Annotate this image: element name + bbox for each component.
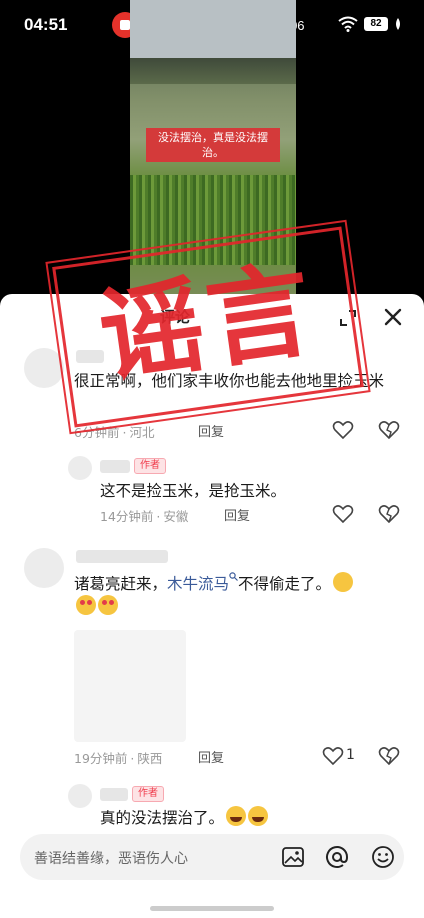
mention-icon[interactable] (324, 844, 350, 870)
comment-time: 6分钟前 (74, 425, 120, 440)
reply-button[interactable]: 回复 (198, 747, 224, 766)
clock: 04:51 (24, 15, 68, 34)
avatar[interactable] (24, 548, 64, 588)
comment-text: 诸葛亮赶来，木牛流马 不得偷走了。 (74, 572, 404, 618)
heart-eyes-emoji-icon (98, 595, 118, 615)
username-redacted[interactable] (100, 460, 130, 473)
reply-text: 这不是捡玉米，是抢玉米。 (100, 482, 287, 500)
expand-icon[interactable] (338, 308, 358, 328)
comment-location: 安徽 (163, 509, 189, 524)
comment-input[interactable]: 善语结善缘，恶语伤人心 (20, 834, 404, 880)
reply-button[interactable]: 回复 (198, 421, 224, 440)
reply-button[interactable]: 回复 (224, 505, 250, 524)
comment-meta: 14分钟前 · 安徽 (100, 509, 189, 524)
close-icon[interactable] (382, 306, 404, 328)
comment-location: 河北 (129, 425, 155, 440)
laughing-emoji-icon (248, 806, 269, 826)
comment-time: 19分钟前 (74, 751, 128, 766)
avatar[interactable] (68, 784, 92, 808)
comment-text-start: 诸葛亮赶来， (74, 575, 168, 593)
comments-title: 评论 (160, 308, 191, 326)
comment-meta: 6分钟前 · 河北 (74, 425, 155, 440)
comments-sheet: 评论 很正常啊，他们家丰收你也能去他地里捡玉米 6分钟前 · 河北 回复 作者 这不… (0, 294, 424, 918)
author-badge: 作者 (134, 458, 166, 474)
avatar[interactable] (24, 348, 64, 388)
video-subtitle: 没法摆治，真是没法摆治。 (146, 128, 280, 162)
dislike-icon[interactable] (378, 746, 400, 766)
username-redacted[interactable] (100, 788, 128, 801)
like-heart-icon[interactable] (332, 420, 354, 440)
like-count: 1 (346, 747, 355, 763)
comment-image[interactable] (74, 630, 186, 742)
username-redacted[interactable] (76, 550, 168, 563)
comment-time: 14分钟前 (100, 509, 154, 524)
reply-text-body: 真的没法摆治了。 (100, 809, 225, 827)
video-player[interactable]: 没法摆治，真是没法摆治。 (130, 0, 296, 300)
wifi-icon (338, 16, 358, 32)
search-icon[interactable] (229, 572, 238, 581)
like-heart-icon[interactable] (322, 746, 344, 766)
comment-meta: 19分钟前 · 陕西 (74, 751, 163, 766)
battery-indicator: 82 (364, 17, 388, 31)
author-badge: 作者 (132, 786, 164, 802)
charging-leaf-icon (396, 18, 400, 30)
video-treeline (130, 58, 296, 84)
comment-input-bar: 善语结善缘，恶语伤人心 (0, 826, 424, 918)
video-crop-field (130, 175, 296, 265)
topic-link[interactable]: 木牛流马 (167, 575, 229, 593)
dislike-icon[interactable] (378, 420, 400, 440)
like-heart-icon[interactable] (332, 504, 354, 524)
comment-location: 陕西 (137, 751, 163, 766)
comment-input-placeholder: 善语结善缘，恶语伤人心 (34, 851, 188, 867)
home-indicator[interactable] (150, 906, 274, 911)
image-icon[interactable] (280, 844, 306, 870)
dislike-icon[interactable] (378, 504, 400, 524)
heart-eyes-emoji-icon (76, 595, 96, 615)
grin-emoji-icon (333, 572, 354, 592)
emoji-icon[interactable] (370, 844, 396, 870)
laughing-emoji-icon (226, 806, 247, 826)
avatar[interactable] (68, 456, 92, 480)
username-redacted[interactable] (76, 350, 104, 363)
comment-text: 很正常啊，他们家丰收你也能去他地里捡玉米 (74, 372, 385, 390)
comment-text-end: 不得偷走了。 (238, 575, 332, 593)
